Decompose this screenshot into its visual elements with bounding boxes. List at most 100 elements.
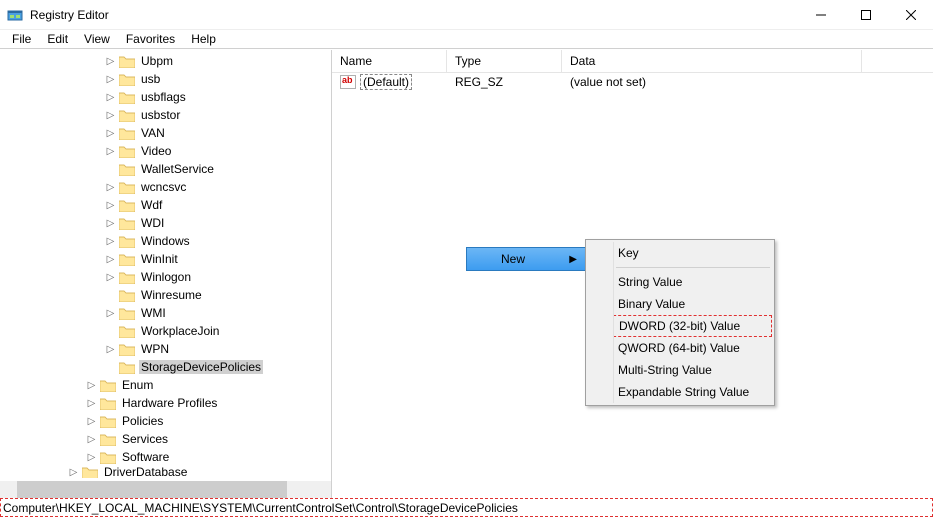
folder-icon [119,181,135,194]
value-name: (Default) [360,74,412,90]
tree-expander-icon[interactable]: ▷ [85,451,98,464]
tree-item-label: usbstor [139,108,182,122]
tree-item[interactable]: ▷WDI [0,214,331,232]
tree-item[interactable]: ▷ Enum [0,376,331,394]
minimize-button[interactable] [798,0,843,30]
folder-icon [119,343,135,356]
tree-expander-icon[interactable]: ▷ [104,55,117,68]
context-item[interactable]: Multi-String Value [588,359,772,381]
folder-icon [100,451,116,464]
tree-item[interactable]: ▷Services [0,430,331,448]
registry-tree[interactable]: ▷Ubpm▷usb▷usbflags▷usbstor▷VAN▷VideoWall… [0,50,331,481]
menu-file[interactable]: File [4,30,39,48]
tree-expander-icon[interactable]: ▷ [85,397,98,410]
tree-item-label: wcncsvc [139,180,188,194]
col-type[interactable]: Type [447,50,562,72]
tree-item-label: Enum [120,378,155,392]
tree-item-label: DriverDatabase [102,466,189,478]
tree-item-label: WPN [139,342,171,356]
context-item[interactable]: Expandable String Value [588,381,772,403]
context-item[interactable]: Binary Value [588,293,772,315]
tree-item[interactable]: ▷Ubpm [0,52,331,70]
tree-expander-icon[interactable]: ▷ [104,145,117,158]
menubar: File Edit View Favorites Help [0,30,933,49]
tree-expander-icon[interactable]: ▷ [104,343,117,356]
tree-item[interactable]: ▷Wdf [0,196,331,214]
string-value-icon [340,75,356,89]
tree-item[interactable]: ▷Policies [0,412,331,430]
context-item[interactable]: Key [588,242,772,264]
context-separator [616,267,770,268]
tree-item[interactable]: ▷ usbstor [0,106,331,124]
tree-expander-icon[interactable]: ▷ [67,466,80,478]
tree-item[interactable]: ▷Winlogon [0,268,331,286]
tree-expander-icon[interactable]: ▷ [104,307,117,320]
tree-item[interactable]: StorageDevicePolicies [0,358,331,376]
menu-view[interactable]: View [76,30,118,48]
tree-expander-icon[interactable]: ▷ [104,127,117,140]
tree-item[interactable]: WalletService [0,160,331,178]
tree-item[interactable]: ▷ wcncsvc [0,178,331,196]
folder-icon [119,307,135,320]
tree-expander-icon[interactable]: ▷ [104,91,117,104]
tree-item[interactable]: Winresume [0,286,331,304]
context-item[interactable]: DWORD (32-bit) Value [588,315,772,337]
tree-item-label: WorkplaceJoin [139,324,221,338]
folder-icon [119,127,135,140]
maximize-button[interactable] [843,0,888,30]
tree-expander-icon[interactable]: ▷ [104,199,117,212]
scrollbar-thumb[interactable] [17,481,287,498]
tree-item[interactable]: WorkplaceJoin [0,322,331,340]
menu-help[interactable]: Help [183,30,224,48]
tree-item-label: usbflags [139,90,188,104]
tree-item[interactable]: ▷ WPN [0,340,331,358]
menu-edit[interactable]: Edit [39,30,76,48]
submenu-arrow-icon: ▶ [569,254,577,265]
folder-icon [119,91,135,104]
col-data[interactable]: Data [562,50,862,72]
tree-expander-icon[interactable]: ▷ [104,253,117,266]
col-name[interactable]: Name [332,50,447,72]
tree-expander-icon[interactable]: ▷ [85,433,98,446]
close-button[interactable] [888,0,933,30]
context-submenu-gutter [588,242,614,403]
cell-name: (Default) [332,74,447,90]
tree-item-label: WalletService [139,162,216,176]
tree-expander-icon[interactable]: ▷ [85,415,98,428]
folder-icon [100,433,116,446]
tree-item-label: Hardware Profiles [120,396,219,410]
list-header: Name Type Data [332,50,933,73]
folder-icon [119,235,135,248]
tree-expander-icon[interactable]: ▷ [85,379,98,392]
context-item[interactable]: String Value [588,271,772,293]
tree-expander-icon[interactable]: ▷ [104,217,117,230]
context-menu-new[interactable]: New ▶ [466,247,586,271]
titlebar: Registry Editor [0,0,933,30]
horizontal-scrollbar[interactable] [0,481,331,498]
folder-icon [119,163,135,176]
tree-item-label: usb [139,72,162,86]
context-item[interactable]: QWORD (64-bit) Value [588,337,772,359]
tree-expander-icon[interactable]: ▷ [104,181,117,194]
tree-item[interactable]: ▷VAN [0,124,331,142]
tree-item[interactable]: ▷WinInit [0,250,331,268]
tree-item[interactable]: ▷ DriverDatabase [0,466,331,478]
tree-item[interactable]: ▷WMI [0,304,331,322]
tree-expander-icon[interactable]: ▷ [104,73,117,86]
menu-favorites[interactable]: Favorites [118,30,183,48]
tree-expander-icon[interactable]: ▷ [104,109,117,122]
tree-item[interactable]: ▷ usbflags [0,88,331,106]
folder-icon [119,145,135,158]
tree-item[interactable]: ▷ usb [0,70,331,88]
tree-pane: ▷Ubpm▷usb▷usbflags▷usbstor▷VAN▷VideoWall… [0,50,332,498]
folder-icon [100,397,116,410]
tree-item[interactable]: ▷Software [0,448,331,466]
tree-expander-icon[interactable]: ▷ [104,271,117,284]
tree-item[interactable]: ▷ Hardware Profiles [0,394,331,412]
tree-expander-icon[interactable]: ▷ [104,235,117,248]
window-controls [798,0,933,30]
tree-item[interactable]: ▷Video [0,142,331,160]
list-row[interactable]: (Default)REG_SZ(value not set) [332,73,933,91]
tree-item[interactable]: ▷Windows [0,232,331,250]
list-body[interactable]: (Default)REG_SZ(value not set) [332,73,933,91]
